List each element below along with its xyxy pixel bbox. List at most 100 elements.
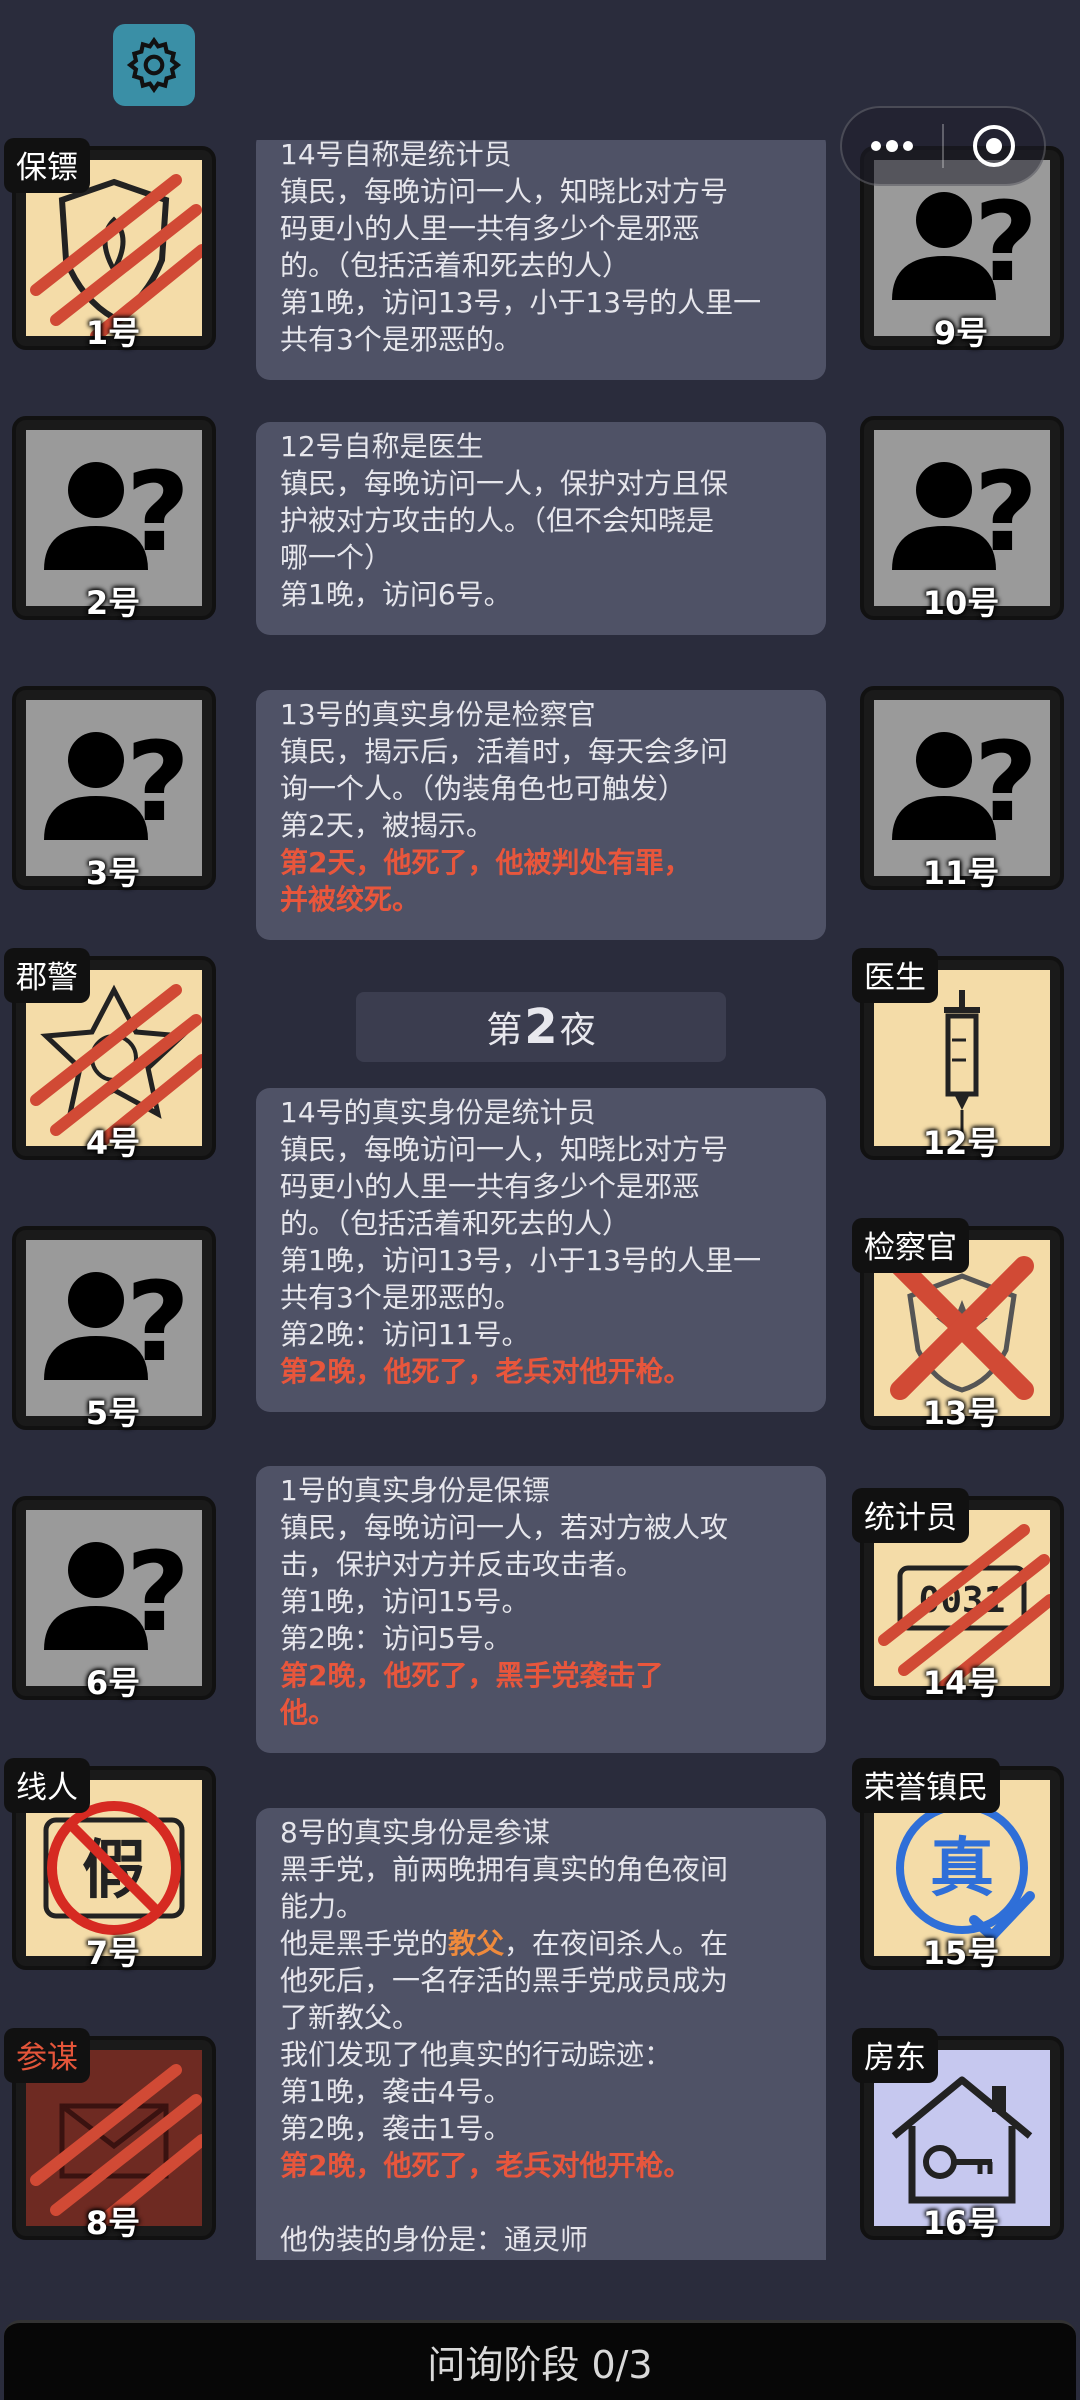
player-number: 10号 [922,584,1000,622]
player-number: 1号 [85,314,141,352]
player-card-14[interactable]: 0031 统计员 14号 [852,1488,1066,1702]
player-card-12[interactable]: 医生 12号 [852,948,1066,1162]
log-line: 第1晚，访问15号。 [280,1585,530,1618]
log-card-strategist-reveal: 8号的真实身份是参谋 黑手党，前两晚拥有真实的角色夜间 能力。 他是黑手党的教父… [256,1808,826,2260]
log-line: 的。（包括活着和死去的人） [280,1207,631,1240]
log-line: 第1晚，访问13号，小于13号的人里一 [280,286,762,319]
svg-text:真: 真 [930,1832,994,1906]
player-number: 7号 [85,1934,141,1972]
player-card-13[interactable]: 检察官 13号 [852,1218,1066,1432]
player-card-16[interactable]: 房东 16号 [852,2028,1066,2242]
cross-mark [890,1256,1034,1400]
death-line: 并被绞死。 [280,883,421,916]
log-title: 14号的真实身份是统计员 [280,1096,596,1129]
svg-text:?: ? [974,448,1038,576]
night-banner: 第2夜 [356,992,726,1062]
log-line: 镇民，每晚访问一人，保护对方且保 [280,467,729,500]
death-line: 第2晚，他死了，黑手党袭击了 [280,1659,664,1692]
player-card-11[interactable]: ? 11号 [856,680,1066,892]
log-line: 我们发现了他真实的行动踪迹： [280,2038,673,2071]
role-tag: 房东 [852,2028,938,2083]
svg-text:?: ? [126,1528,190,1656]
player-number: 11号 [922,854,1000,892]
player-card-3[interactable]: ? 3号 [8,680,218,892]
phase-status-bar: 问询阶段 0/3 [4,2320,1076,2400]
log-line: 他伪装的身份是：通灵师 [280,2223,589,2256]
role-tag: 保镖 [4,138,90,193]
close-miniprogram-button[interactable] [944,108,1044,184]
player-card-10[interactable]: ? 10号 [856,410,1066,622]
log-line: 了新教父。 [280,2001,421,2034]
log-line: 共有3个是邪恶的。 [280,1281,522,1314]
svg-text:?: ? [126,718,190,846]
player-number: 3号 [85,854,141,892]
death-line: 第2晚，他死了，老兵对他开枪。 [280,1355,692,1388]
role-tag: 医生 [852,948,938,1003]
role-tag: 线人 [4,1758,90,1813]
player-number: 5号 [85,1394,141,1432]
log-line: 码更小的人里一共有多少个是邪恶 [280,1170,701,1203]
svg-text:?: ? [974,718,1038,846]
log-line: 镇民，每晚访问一人，知晓比对方号 [280,175,729,208]
player-card-8[interactable]: 参谋 8号 [4,2028,218,2242]
log-line: 第1晚，访问13号，小于13号的人里一 [280,1244,762,1277]
log-line: 共有3个是邪恶的。 [280,323,522,356]
death-line: 第2天，他死了，他被判处有罪， [280,846,692,879]
more-dots-icon [871,140,913,152]
log-line: 镇民，每晚访问一人，若对方被人攻 [280,1511,729,1544]
log-line: 击，保护对方并反击攻击者。 [280,1548,645,1581]
player-number: 6号 [85,1664,141,1702]
player-card-5[interactable]: ? 5号 [8,1220,218,1432]
more-button[interactable] [842,108,942,184]
player-number: 9号 [933,314,989,352]
event-log[interactable]: 14号自称是统计员 镇民，每晚访问一人，知晓比对方号 码更小的人里一共有多少个是… [236,140,836,2260]
log-line: 能力。 [280,1890,365,1923]
player-number: 16号 [922,2204,1000,2242]
target-close-icon [972,125,1015,167]
log-line: 哪一个） [280,541,393,574]
mini-program-capsule [840,106,1046,186]
log-line: 第1晚，访问6号。 [280,578,512,611]
log-title: 1号的真实身份是保镖 [280,1474,550,1507]
player-card-7[interactable]: 假 线人 7号 [4,1758,218,1972]
death-line: 第2晚，他死了，老兵对他开枪。 [280,2149,692,2182]
night-number: 2 [524,999,558,1055]
log-text: 他是黑手党的 [280,1927,449,1960]
log-line: 第1晚，袭击4号。 [280,2075,512,2108]
settings-button[interactable] [113,24,195,106]
svg-text:?: ? [126,1258,190,1386]
log-title: 13号的真实身份是检察官 [280,698,596,731]
player-card-6[interactable]: ? 6号 [8,1490,218,1702]
log-title: 14号自称是统计员 [280,140,512,171]
log-line: 镇民，每晚访问一人，知晓比对方号 [280,1133,729,1166]
player-card-2[interactable]: ? 2号 [8,410,218,622]
role-tag: 检察官 [852,1218,969,1273]
log-line: 第2晚：访问11号。 [280,1318,530,1351]
log-line: 他是黑手党的教父，在夜间杀人。在 [280,1925,806,1962]
player-number: 2号 [85,584,141,622]
role-tag: 统计员 [852,1488,969,1543]
log-line: 黑手党，前两晚拥有真实的角色夜间 [280,1853,729,1886]
player-number: 15号 [922,1934,1000,1972]
player-card-1[interactable]: 保镖 1号 [4,138,218,352]
gear-icon [126,36,182,94]
log-line: 询一个人。（伪装角色也可触发） [280,772,687,805]
log-text: ，在夜间杀人。在 [504,1927,729,1960]
godfather-highlight: 教父 [448,1927,505,1960]
death-line: 他。 [280,1696,337,1729]
svg-text:?: ? [126,448,190,576]
night-prefix: 第 [486,1010,523,1051]
role-tag: 荣誉镇民 [852,1758,1000,1813]
role-tag: 郡警 [4,948,90,1003]
log-line: 的。（包括活着和死去的人） [280,249,631,282]
log-card-doctor-claim: 12号自称是医生 镇民，每晚访问一人，保护对方且保 护被对方攻击的人。（但不会知… [256,422,826,635]
player-card-15[interactable]: 真 荣誉镇民 15号 [852,1758,1066,1972]
role-tag: 参谋 [4,2028,90,2083]
player-card-4[interactable]: 郡警 4号 [4,948,218,1162]
log-line: 码更小的人里一共有多少个是邪恶 [280,212,701,245]
log-line: 镇民，揭示后，活着时，每天会多问 [280,735,729,768]
svg-text:?: ? [974,178,1038,306]
log-line: 护被对方攻击的人。（但不会知晓是 [280,504,715,537]
night-suffix: 夜 [559,1010,596,1051]
player-number: 8号 [85,2204,141,2242]
